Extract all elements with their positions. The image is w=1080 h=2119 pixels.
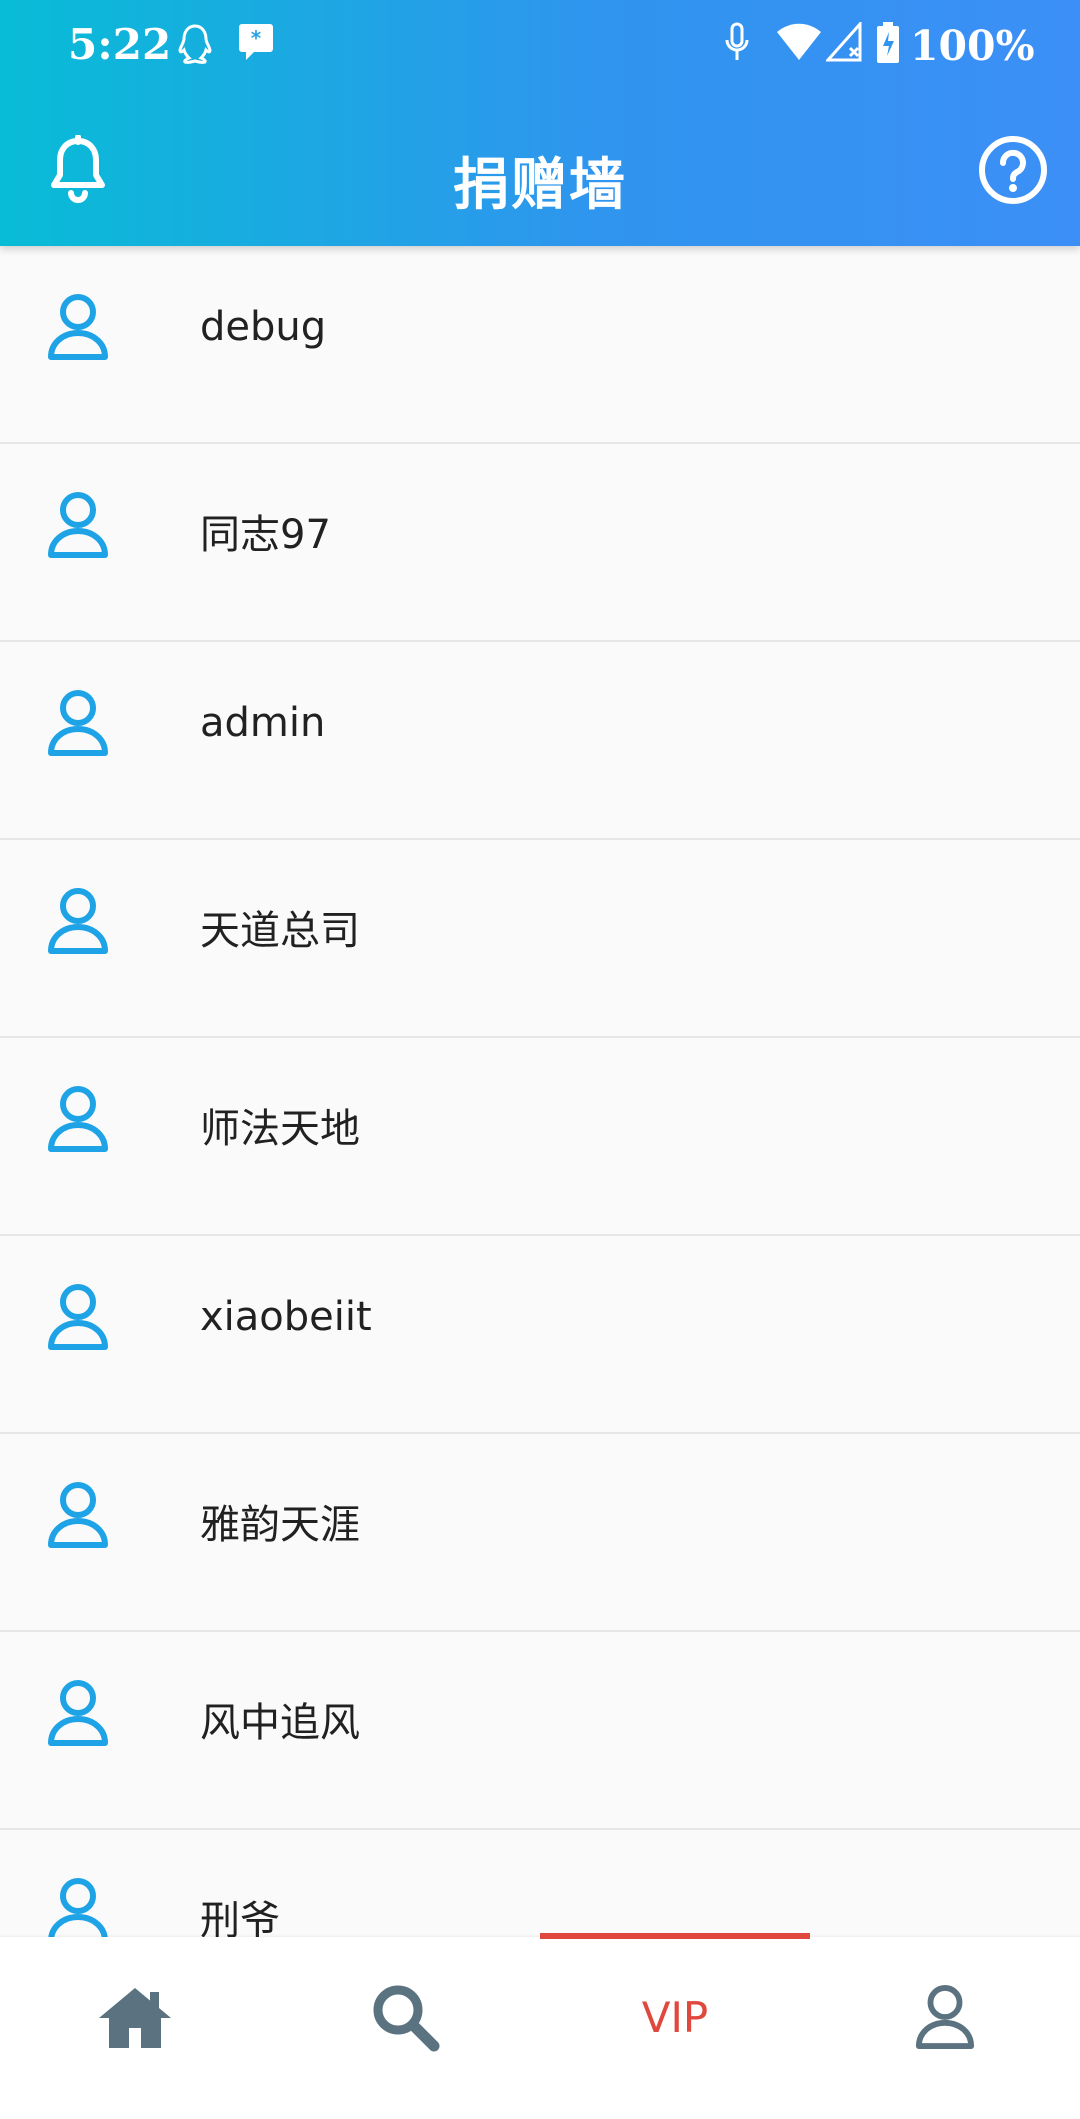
user-avatar-icon: [48, 1482, 108, 1548]
list-item[interactable]: 天道总司: [0, 840, 1080, 1038]
user-avatar-icon: [48, 1086, 108, 1152]
qq-icon: [178, 24, 212, 64]
user-avatar-icon: [48, 492, 108, 558]
user-avatar-icon: [48, 690, 108, 756]
mic-icon: [725, 22, 749, 60]
donor-name: 雅韵天涯: [200, 1502, 360, 1548]
user-avatar-icon: [48, 888, 108, 954]
donor-name: admin: [200, 700, 326, 746]
user-avatar-icon: [48, 294, 108, 360]
list-item[interactable]: debug: [0, 246, 1080, 444]
user-avatar-icon: [48, 1284, 108, 1350]
list-item[interactable]: 雅韵天涯: [0, 1434, 1080, 1632]
donor-name: debug: [200, 304, 327, 350]
user-avatar-icon: [48, 1680, 108, 1746]
list-item[interactable]: admin: [0, 642, 1080, 840]
help-button[interactable]: [973, 130, 1053, 210]
list-item[interactable]: xiaobeiit: [0, 1236, 1080, 1434]
user-icon: [915, 1985, 975, 2049]
donor-name: xiaobeiit: [200, 1294, 372, 1340]
donor-name: 同志97: [200, 512, 331, 558]
page-title: 捐赠墙: [453, 153, 627, 216]
donor-name: 师法天地: [200, 1106, 360, 1152]
vip-label: VIP: [641, 1992, 709, 2042]
chat-icon: *: [239, 24, 273, 60]
donor-list: debug 同志97 admin 天道总司 师法天地 xiaobeiit 雅韵天…: [0, 246, 1080, 2028]
donor-name: 天道总司: [200, 908, 360, 954]
list-item[interactable]: 同志97: [0, 444, 1080, 642]
signal-icon: [826, 22, 862, 62]
status-time: 5:22: [68, 20, 172, 69]
donor-name: 风中追风: [200, 1700, 360, 1746]
help-icon: [979, 136, 1047, 204]
home-icon: [99, 1988, 171, 2048]
nav-vip[interactable]: VIP: [540, 1937, 810, 2097]
battery-icon: [877, 22, 899, 63]
nav-search[interactable]: [270, 1937, 540, 2097]
list-item[interactable]: 师法天地: [0, 1038, 1080, 1236]
search-icon: [373, 1985, 440, 2052]
bottom-nav: VIP: [0, 1933, 1080, 2119]
battery-percent: 100%: [910, 22, 1035, 70]
svg-text:*: *: [251, 26, 262, 50]
wifi-icon: [777, 23, 821, 60]
nav-home[interactable]: [0, 1937, 270, 2097]
list-item[interactable]: 风中追风: [0, 1632, 1080, 1830]
app-bar: 5:22 * 100% 捐赠墙: [0, 0, 1080, 246]
nav-profile[interactable]: [810, 1937, 1080, 2097]
